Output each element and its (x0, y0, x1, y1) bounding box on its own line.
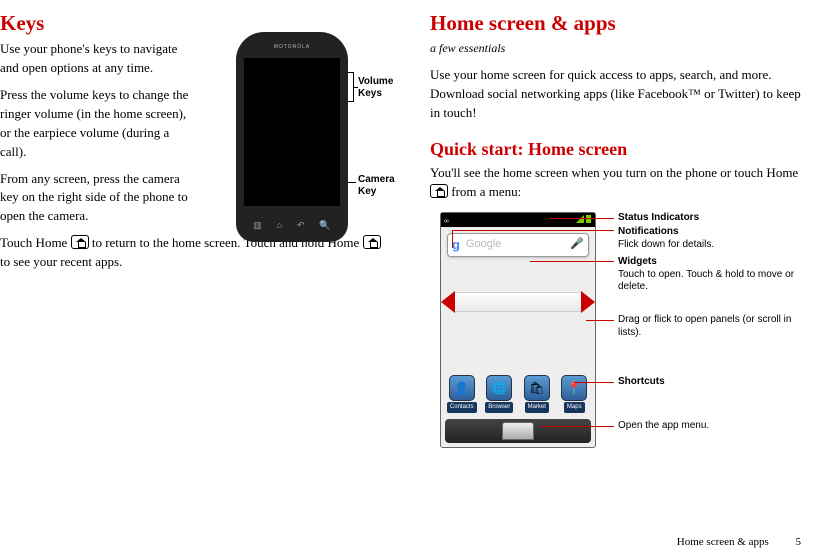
market-icon: 🛍 (524, 375, 550, 401)
home-icon (430, 184, 448, 198)
panel-right-arrow-icon (581, 291, 595, 313)
page-number: 5 (796, 535, 802, 551)
callout-widgets-text: Touch to open. Touch & hold to move or d… (618, 269, 794, 293)
menu-icon: ▥ (253, 219, 262, 232)
signal-icon (576, 215, 584, 223)
voice-search-icon[interactable]: 🎤 (570, 237, 584, 253)
callout-widgets-title: Widgets (618, 256, 657, 267)
callout-notifications-title: Notifications (618, 226, 679, 237)
home-screen-figure: ∞ g Google 🎤 (430, 212, 805, 472)
tagline: a few essentials (430, 40, 805, 57)
battery-icon (586, 215, 591, 223)
keys-p3: From any screen, press the camera key on… (0, 170, 193, 227)
search-icon: 🔍 (319, 219, 330, 232)
home-screen-heading: Home screen & apps (430, 8, 805, 38)
google-search-widget[interactable]: g Google 🎤 (447, 233, 589, 257)
keys-p2: Press the volume keys to change the ring… (0, 86, 193, 161)
google-g-icon: g (452, 236, 460, 255)
shortcut-contacts[interactable]: 👤 Contacts (445, 375, 479, 413)
panel-drag-row[interactable] (441, 291, 595, 313)
browser-icon: 🌐 (486, 375, 512, 401)
app-drawer-handle[interactable] (445, 419, 591, 443)
callout-appmenu: Open the app menu. (618, 420, 709, 431)
intro-para: Use your home screen for quick access to… (430, 66, 805, 123)
callout-drag: Drag or flick to open panels (or scroll … (618, 314, 791, 338)
callout-notifications-text: Flick down for details. (618, 239, 714, 250)
phone-mock-left: MOTOROLA ▥ ⌂ ↶ 🔍 Volume Keys Camera Key (236, 32, 368, 242)
keys-p1: Use your phone's keys to navigate and op… (0, 40, 193, 78)
status-bar[interactable]: ∞ (441, 213, 595, 227)
shortcut-maps[interactable]: 📍 Maps (558, 375, 592, 413)
phone-brand: MOTOROLA (236, 44, 348, 51)
quick-start-para: You'll see the home screen when you turn… (430, 164, 805, 202)
back-icon: ↶ (297, 219, 305, 232)
home-icon: ⌂ (277, 219, 282, 232)
shortcut-browser[interactable]: 🌐 Browser (483, 375, 517, 413)
camera-key-callout: Camera Key (358, 174, 395, 198)
maps-icon: 📍 (561, 375, 587, 401)
quick-start-heading: Quick start: Home screen (430, 136, 805, 162)
shortcut-market[interactable]: 🛍 Market (520, 375, 554, 413)
callout-shortcuts: Shortcuts (618, 376, 665, 387)
panel-left-arrow-icon (441, 291, 455, 313)
volume-keys-callout: Volume Keys (358, 76, 393, 100)
callout-status: Status Indicators (618, 212, 699, 223)
home-icon (71, 235, 89, 249)
notification-icons: ∞ (444, 216, 449, 226)
search-placeholder: Google (466, 237, 570, 253)
footer-section: Home screen & apps (677, 536, 769, 548)
contacts-icon: 👤 (449, 375, 475, 401)
page-footer: Home screen & apps 5 (677, 535, 801, 551)
